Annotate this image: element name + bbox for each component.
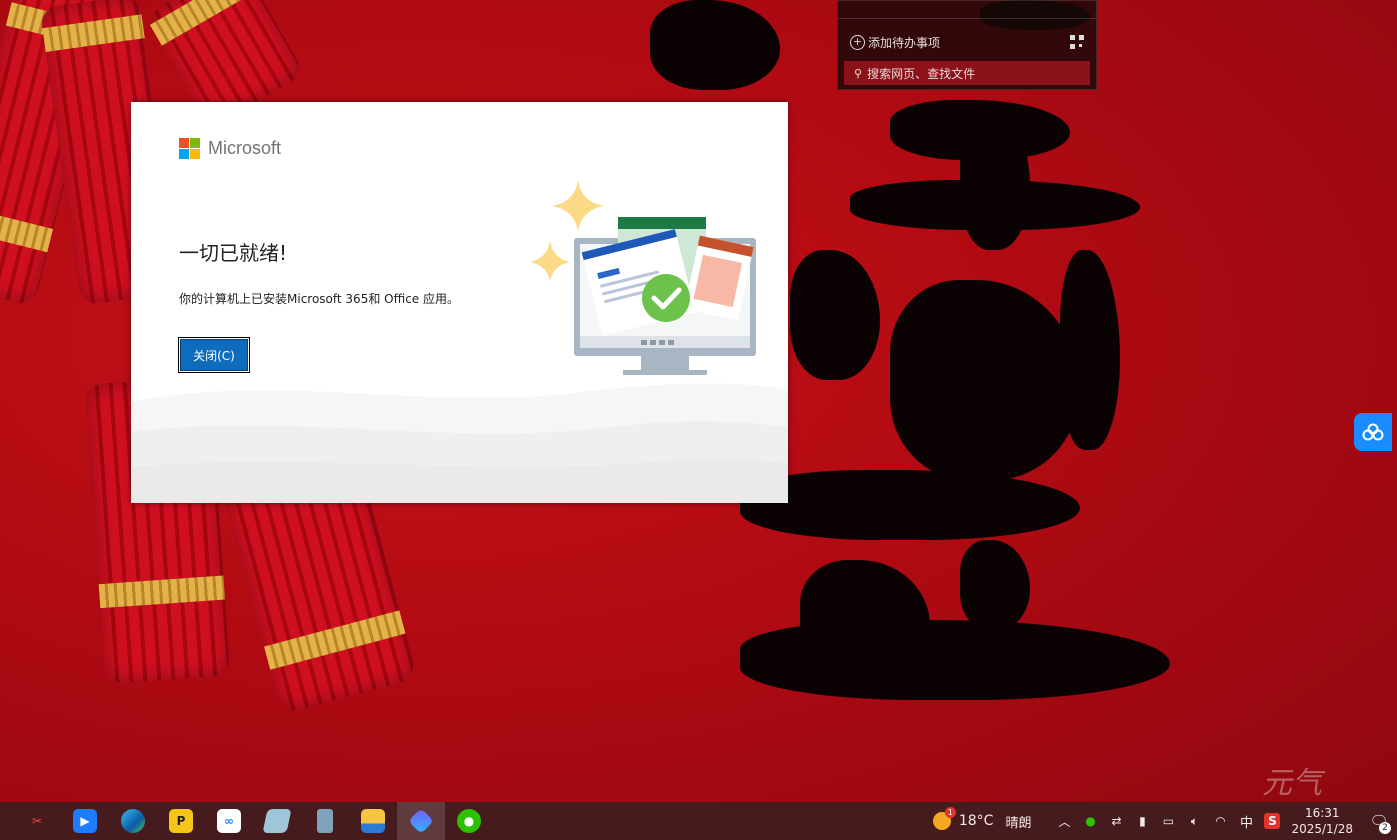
pdf-reader-icon: P — [169, 809, 193, 833]
cloud-icon — [1362, 423, 1384, 441]
divider — [838, 18, 1096, 19]
microsoft-logo-icon — [179, 138, 200, 159]
taskbar: ✂ ▶ P ∞ ● 1 18°C 晴朗 ︿ ● ⇄ ▮ ▭ 🔈︎ ◠ 中 S 1… — [0, 802, 1397, 840]
notification-center-button[interactable]: 🗨︎ 2 — [1361, 802, 1397, 840]
notes-icon — [262, 809, 292, 833]
dialog-message: 你的计算机上已安装Microsoft 365和 Office 应用。 — [179, 292, 459, 306]
sogou-ime-icon[interactable]: S — [1264, 813, 1281, 829]
desktop-widget: + 添加待办事项 ⚲ 搜索网页、查找文件 — [837, 0, 1097, 90]
taskbar-app-trash[interactable] — [301, 802, 349, 840]
wallpaper-watermark: 元气 — [1262, 766, 1322, 801]
add-todo-label: 添加待办事项 — [868, 35, 941, 50]
search-placeholder: 搜索网页、查找文件 — [867, 66, 976, 81]
wifi-icon[interactable]: ◠ — [1212, 813, 1228, 829]
baidu-netdisk-float-button[interactable] — [1354, 413, 1392, 451]
clock-date: 2025/1/28 — [1291, 822, 1353, 836]
close-button[interactable]: 关闭(C) — [178, 337, 250, 373]
network-bars-icon[interactable]: ▮ — [1134, 813, 1150, 829]
taskbar-app-wps-pdf[interactable]: P — [157, 802, 205, 840]
weather-temp[interactable]: 18°C — [959, 813, 994, 829]
transfer-icon[interactable]: ⇄ — [1108, 813, 1124, 829]
ime-indicator[interactable]: 中 — [1238, 813, 1254, 831]
weather-desc[interactable]: 晴朗 — [1005, 812, 1031, 831]
taskbar-app-notes[interactable] — [253, 802, 301, 840]
qr-code-icon[interactable] — [1070, 35, 1084, 49]
taskbar-app-file-explorer[interactable] — [349, 802, 397, 840]
search-input[interactable]: ⚲ 搜索网页、查找文件 — [844, 61, 1090, 85]
battery-icon[interactable]: ▭ — [1160, 813, 1176, 829]
taskbar-app-wechat[interactable]: ● — [445, 802, 493, 840]
taskbar-app-baidu-netdisk[interactable]: ∞ — [205, 802, 253, 840]
wechat-tray-icon[interactable]: ● — [1082, 813, 1098, 829]
volume-icon[interactable]: 🔈︎ — [1186, 813, 1202, 829]
clock[interactable]: 16:31 2025/1/28 — [1291, 805, 1353, 837]
taskbar-app-tools[interactable]: ✂ — [13, 802, 61, 840]
microsoft-logo: Microsoft — [179, 138, 281, 159]
scissors-tools-icon: ✂ — [31, 814, 43, 828]
plus-icon: + — [850, 34, 865, 50]
clock-time: 16:31 — [1304, 806, 1340, 820]
wechat-icon: ● — [457, 809, 481, 833]
feishu-icon: ▶ — [73, 809, 97, 833]
weather-badge: 1 — [944, 807, 956, 818]
chevron-up-icon[interactable]: ︿ — [1056, 813, 1072, 829]
dialog-heading: 一切已就绪! — [179, 241, 288, 265]
office-install-dialog: Microsoft 一切已就绪! 你的计算机上已安装Microsoft 365和… — [131, 102, 788, 503]
system-tray: 1 18°C 晴朗 ︿ ● ⇄ ▮ ▭ 🔈︎ ◠ 中 S 16:31 2025/… — [932, 802, 1397, 840]
notification-count: 2 — [1379, 822, 1391, 834]
trash-icon — [317, 809, 333, 833]
weather-sun-icon[interactable]: 1 — [932, 807, 956, 830]
taskbar-app-copilot[interactable] — [397, 802, 445, 840]
edge-icon — [121, 809, 145, 833]
baidu-netdisk-icon: ∞ — [217, 809, 241, 833]
install-complete-illustration — [530, 180, 756, 375]
brand-name: Microsoft — [208, 138, 282, 158]
background-waves — [131, 383, 788, 503]
copilot-icon — [408, 808, 434, 834]
taskbar-app-feishu[interactable]: ▶ — [61, 802, 109, 840]
taskbar-app-edge[interactable] — [109, 802, 157, 840]
add-todo-row[interactable]: + 添加待办事项 — [850, 33, 1084, 51]
search-icon: ⚲ — [854, 66, 863, 80]
folder-icon — [361, 809, 385, 833]
